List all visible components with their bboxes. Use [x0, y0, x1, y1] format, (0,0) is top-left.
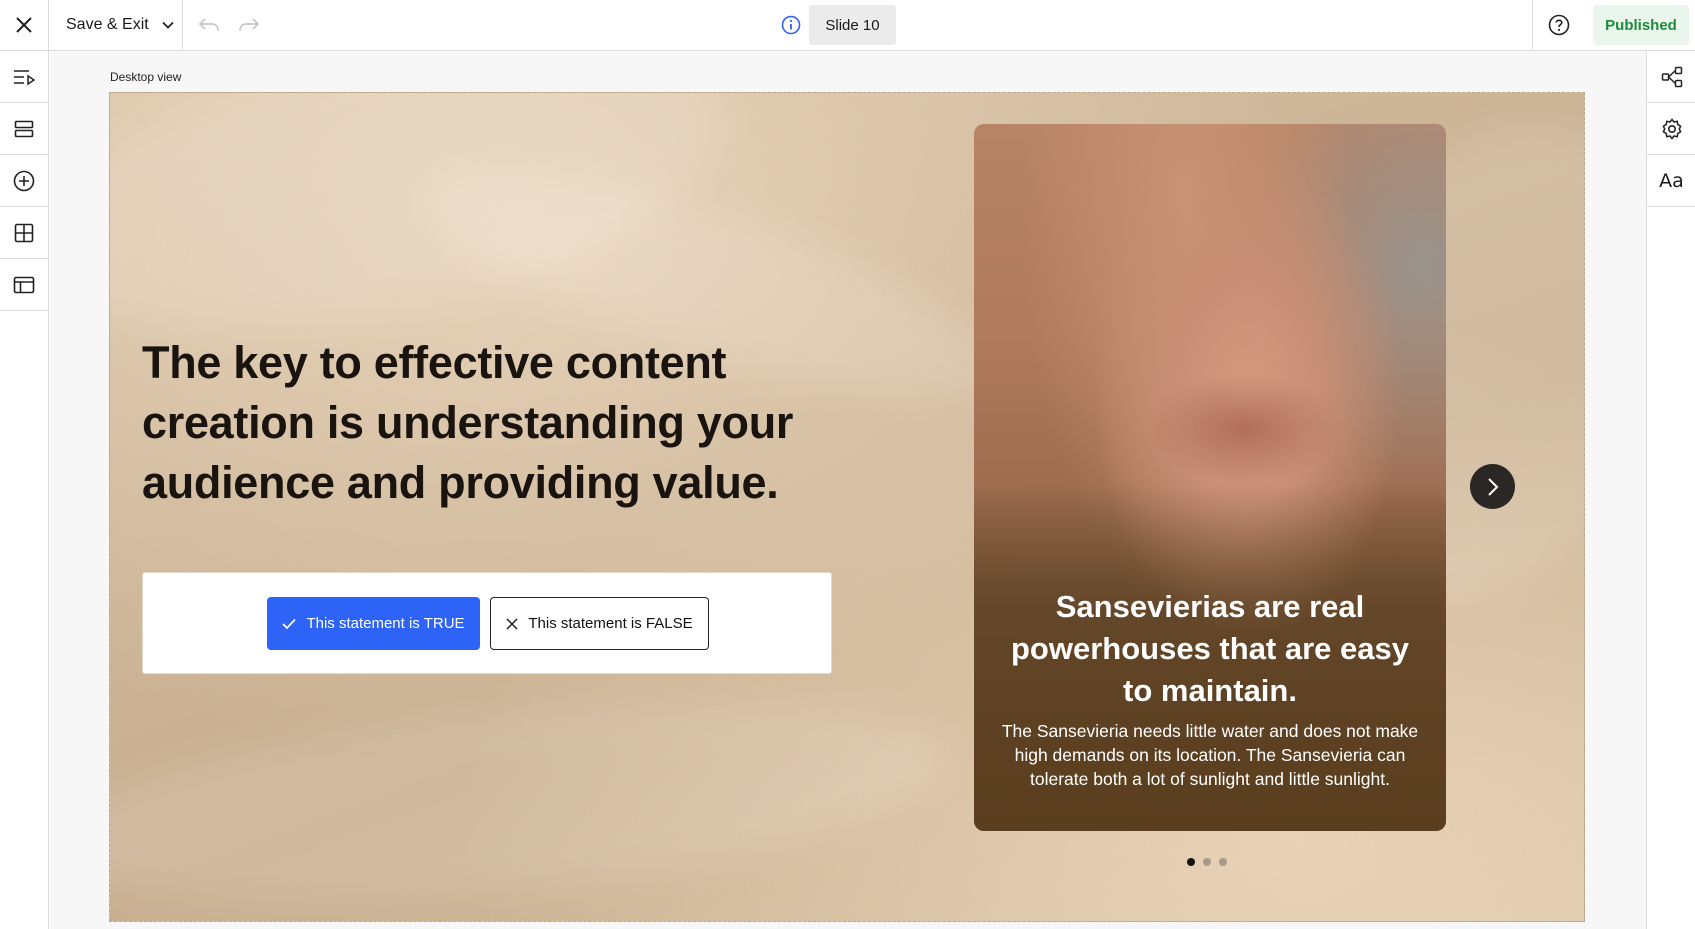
view-mode-label: Desktop view [110, 70, 182, 84]
sidebar-item-add[interactable] [0, 155, 48, 207]
redo-button[interactable] [236, 12, 262, 38]
sidebar-item-sections[interactable] [0, 103, 48, 155]
carousel-pagination [1187, 858, 1227, 866]
top-bar: Save & Exit Slide 10 Published [0, 0, 1695, 51]
carousel-next-button[interactable] [1470, 464, 1515, 509]
close-icon [16, 17, 32, 33]
card-title: Sansevierias are real powerhouses that a… [1011, 589, 1409, 708]
carousel-dot[interactable] [1187, 858, 1195, 866]
background-texture [110, 666, 957, 921]
help-icon [1548, 14, 1569, 36]
gear-icon [1661, 117, 1682, 140]
published-status-button[interactable]: Published [1593, 5, 1689, 45]
sidebar-item-grid[interactable] [0, 207, 48, 259]
chevron-down-icon [162, 21, 174, 29]
sidebar-item-layout[interactable] [0, 259, 48, 311]
editor-canvas: Desktop view The key to effective conten… [50, 51, 1646, 929]
save-exit-label: Save & Exit [66, 16, 149, 33]
true-answer-button[interactable]: This statement is TRUE [267, 597, 480, 650]
chevron-right-icon [1487, 477, 1498, 496]
playlist-icon [14, 69, 35, 85]
undo-icon [198, 18, 219, 32]
undo-button[interactable] [196, 12, 222, 38]
card-description: The Sansevieria needs little water and d… [1001, 721, 1419, 789]
help-button[interactable] [1532, 0, 1584, 50]
sidebar-item-settings[interactable] [1647, 103, 1695, 155]
share-icon [1661, 66, 1682, 87]
redo-icon [239, 18, 260, 32]
false-answer-button[interactable]: This statement is FALSE [490, 597, 709, 650]
typography-icon: Aa [1659, 169, 1684, 192]
carousel-card[interactable]: Sansevierias are real powerhouses that a… [974, 124, 1446, 831]
true-false-question: This statement is TRUE This statement is… [142, 572, 832, 674]
slide-preview[interactable]: The key to effective content creation is… [109, 92, 1585, 922]
card-photo [1144, 374, 1344, 484]
layout-icon [13, 276, 35, 293]
info-button[interactable] [780, 14, 802, 36]
false-answer-label: This statement is FALSE [528, 615, 693, 632]
save-exit-button[interactable]: Save & Exit [49, 0, 183, 50]
carousel-dot[interactable] [1203, 858, 1211, 866]
info-icon [781, 15, 801, 35]
grid-icon [14, 223, 34, 242]
sidebar-item-playlist[interactable] [0, 51, 48, 103]
add-icon [13, 170, 35, 191]
left-sidebar [0, 51, 49, 929]
true-answer-label: This statement is TRUE [306, 615, 465, 632]
slide-headline[interactable]: The key to effective content creation is… [142, 333, 842, 513]
close-icon [506, 617, 518, 630]
slide-selector[interactable]: Slide 10 [809, 5, 896, 45]
close-button[interactable] [0, 0, 49, 50]
checkmark-icon [282, 618, 297, 629]
sidebar-item-typography[interactable]: Aa [1647, 155, 1695, 207]
sections-icon [14, 120, 34, 137]
right-sidebar: Aa [1646, 51, 1695, 929]
sidebar-item-share[interactable] [1647, 51, 1695, 103]
carousel-dot[interactable] [1219, 858, 1227, 866]
